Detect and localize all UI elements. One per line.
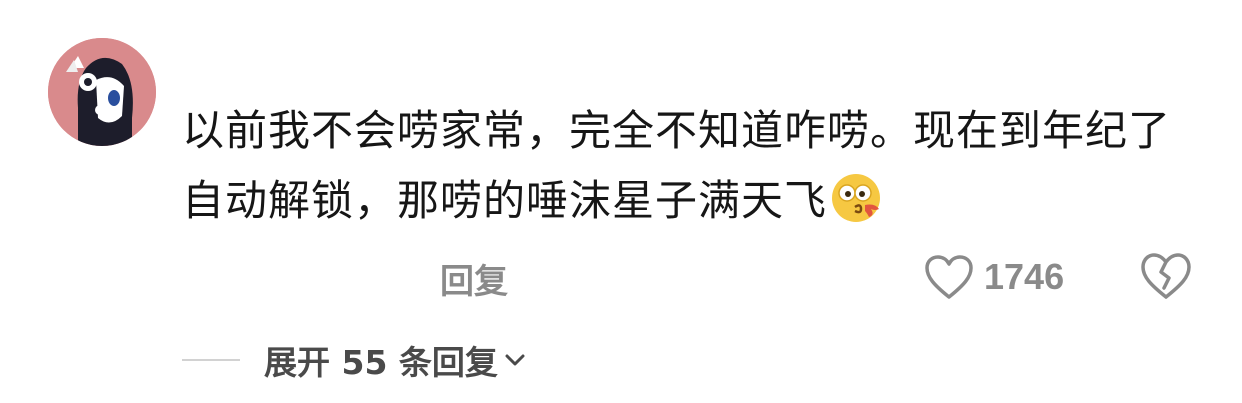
comment-line-2: 自动解锁，那唠的唾沫星子满天飞	[182, 166, 1202, 236]
reply-button[interactable]: 回复	[440, 254, 508, 303]
heart-outline-icon	[924, 254, 974, 300]
comment-line-2-text: 自动解锁，那唠的唾沫星子满天飞	[182, 176, 828, 225]
avatar-illustration	[48, 38, 156, 146]
spitting-face-emoji-icon	[829, 171, 883, 225]
like-button[interactable]: 1746	[924, 254, 1064, 300]
comment-text: 以前我不会唠家常，完全不知道咋唠。现在到年纪了 自动解锁，那唠的唾沫星子满天飞	[182, 96, 1202, 236]
like-count: 1746	[984, 256, 1065, 297]
expand-replies-label: 展开 55 条回复	[264, 343, 498, 382]
dislike-button[interactable]	[1140, 252, 1192, 300]
divider-line	[182, 359, 240, 361]
broken-heart-icon	[1140, 252, 1192, 300]
expand-replies-button[interactable]: 展开 55 条回复	[182, 336, 526, 384]
chevron-down-icon	[504, 353, 526, 367]
comment-line-1: 以前我不会唠家常，完全不知道咋唠。现在到年纪了	[182, 106, 1172, 155]
avatar[interactable]	[48, 38, 156, 146]
